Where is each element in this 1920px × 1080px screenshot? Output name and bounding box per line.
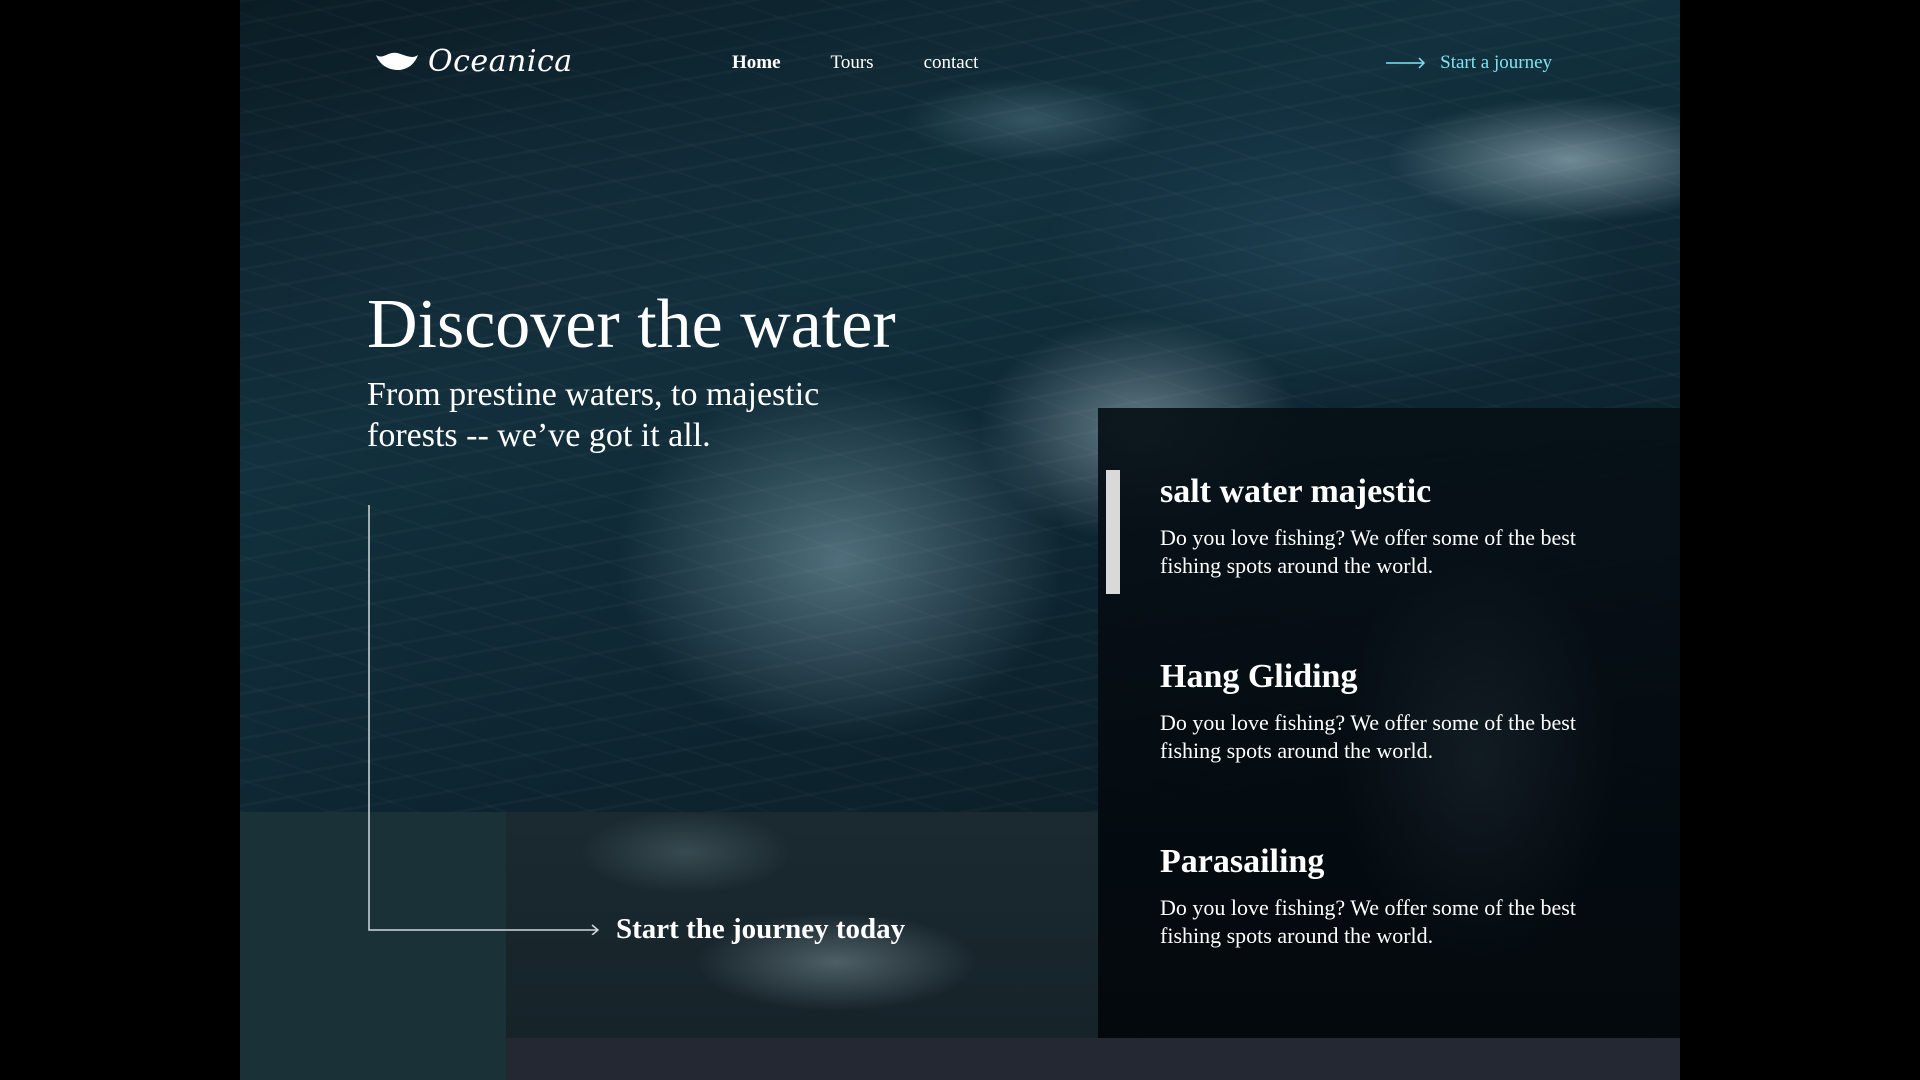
feature-list: salt water majestic Do you love fishing?… — [1106, 470, 1620, 1025]
arrow-right-icon — [1386, 57, 1426, 69]
feature-description: Do you love fishing? We offer some of th… — [1160, 710, 1576, 763]
feature-item[interactable]: Hang Gliding Do you love fishing? We off… — [1160, 655, 1620, 840]
brand-name: Oceanica — [428, 44, 573, 79]
hero-title: Discover the water — [367, 286, 896, 363]
bottom-bar — [506, 1038, 1680, 1080]
start-journey-today-link[interactable]: Start the journey today — [616, 913, 905, 946]
feature-item[interactable]: salt water majestic Do you love fishing?… — [1106, 470, 1620, 655]
feature-item[interactable]: Parasailing Do you love fishing? We offe… — [1160, 840, 1620, 1025]
feature-title: Parasailing — [1160, 843, 1325, 880]
start-journey-label: Start a journey — [1440, 52, 1552, 73]
corner-arrow-icon — [368, 505, 600, 935]
feature-title: salt water majestic — [1160, 473, 1432, 510]
nav-item-contact[interactable]: contact — [924, 52, 979, 74]
feature-description: Do you love fishing? We offer some of th… — [1160, 525, 1576, 578]
page-frame: Oceanica Home Tours contact Start a jour… — [240, 0, 1680, 1080]
feature-title: Hang Gliding — [1160, 658, 1358, 695]
nav-item-tours[interactable]: Tours — [831, 52, 874, 74]
main-nav: Home Tours contact — [732, 52, 1028, 74]
shell-icon — [376, 52, 418, 70]
brand-logo[interactable]: Oceanica — [374, 44, 573, 79]
hero-subtitle: From prestine waters, to majestic forest… — [367, 376, 820, 454]
selected-indicator — [1106, 470, 1120, 594]
feature-description: Do you love fishing? We offer some of th… — [1160, 895, 1576, 948]
start-journey-button[interactable]: Start a journey — [1386, 52, 1552, 74]
nav-item-home[interactable]: Home — [732, 52, 781, 74]
